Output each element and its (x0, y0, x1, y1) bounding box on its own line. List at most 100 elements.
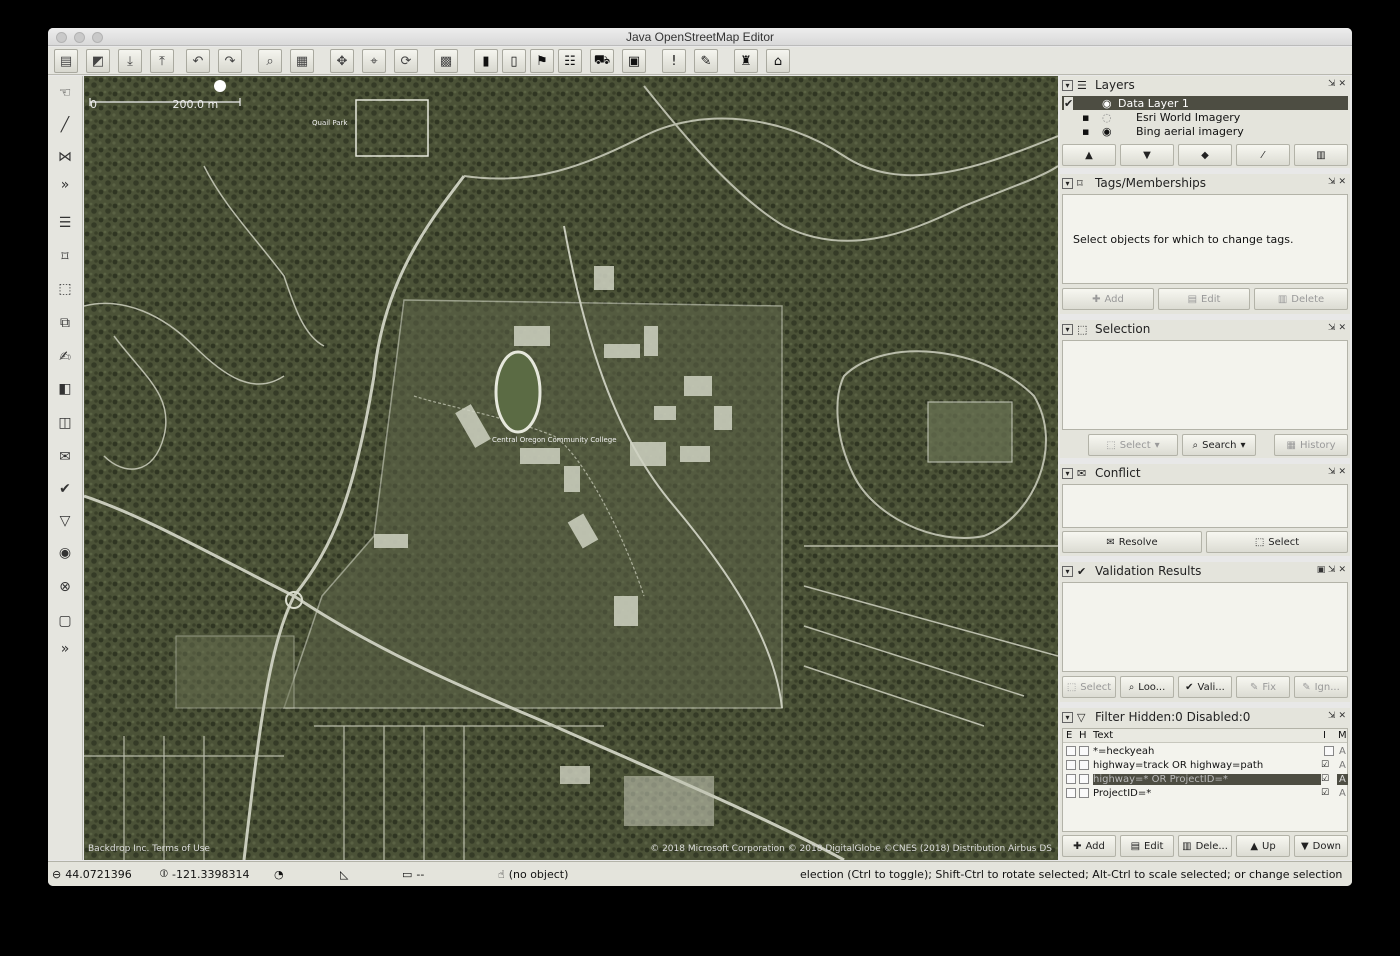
collapse-icon[interactable]: ▾ (1062, 565, 1073, 577)
move-down-button[interactable]: ▼ (1120, 144, 1174, 166)
activate-layer-button[interactable]: ◆ (1178, 144, 1232, 166)
up-filter-button[interactable]: ▲ Up (1236, 835, 1290, 857)
filter-mode[interactable]: A (1339, 746, 1346, 757)
tags-toggle-icon[interactable]: ⌑ (53, 246, 77, 268)
search-button[interactable]: ⌕ Search ▾ (1182, 434, 1256, 456)
save-icon[interactable]: ⤓ (118, 49, 142, 73)
enable-checkbox[interactable] (1066, 774, 1076, 784)
resolve-button[interactable]: ✉ Resolve (1062, 531, 1202, 553)
car-preset-icon[interactable]: ⛟ (590, 49, 614, 73)
collapse-icon[interactable]: ▾ (1062, 177, 1073, 189)
draw-mode-icon[interactable]: ╱ (53, 114, 77, 136)
visibility-icon[interactable]: ◉ (1102, 125, 1112, 138)
upload-icon[interactable]: ⤒ (150, 49, 174, 73)
castle-preset-icon[interactable]: ♜ (734, 49, 758, 73)
more-dialogs-icon[interactable]: » (53, 638, 77, 660)
close-window-icon[interactable] (56, 32, 67, 43)
delete-tag-button[interactable]: ▥ Delete (1254, 288, 1348, 310)
dock-close-icon[interactable]: ▣ ⇲ ✕ (1317, 565, 1346, 575)
traffic-light-icon[interactable]: ⚑ (530, 49, 554, 73)
enable-checkbox[interactable] (1066, 746, 1076, 756)
map-paint-icon[interactable]: ▩ (434, 49, 458, 73)
add-tag-button[interactable]: ✚ Add (1062, 288, 1154, 310)
filter-mode[interactable]: A (1339, 788, 1346, 799)
ignore-button[interactable]: ✎ Ign... (1294, 676, 1348, 698)
imagery-terms-link[interactable]: Backdrop Inc. Terms of Use (88, 844, 210, 854)
filter-row[interactable]: ProjectID=* ☑ A (1063, 786, 1347, 800)
open-file-icon[interactable]: ▤ (54, 49, 78, 73)
move-up-button[interactable]: ▲ (1062, 144, 1116, 166)
refresh-icon[interactable]: ⟳ (394, 49, 418, 73)
restaurant-preset-icon[interactable]: ✎ (694, 49, 718, 73)
invert-checkbox[interactable] (1324, 746, 1334, 756)
open-location-icon[interactable]: ◩ (86, 49, 110, 73)
map-view[interactable]: 0 200.0 m Quail Park Central Oregon Comm… (84, 76, 1058, 860)
filter-row[interactable]: highway=track OR highway=path ☑ A (1063, 758, 1347, 772)
column-header[interactable]: H (1079, 730, 1087, 741)
filter-toggle-icon[interactable]: ▽ (53, 510, 77, 532)
visibility-icon[interactable]: ◌ (1102, 111, 1112, 124)
filter-row-selected[interactable]: highway=* OR ProjectID=* ☑ A (1063, 772, 1348, 786)
enable-checkbox[interactable] (1066, 760, 1076, 770)
improve-way-icon[interactable]: ⋈ (53, 146, 77, 168)
column-header[interactable]: M (1338, 730, 1347, 741)
collapse-icon[interactable]: ▾ (1062, 711, 1073, 723)
dock-close-icon[interactable]: ⇲ ✕ (1328, 79, 1346, 89)
minimap-toggle-icon[interactable]: ▢ (53, 610, 77, 632)
invert-checkbox[interactable]: ☑ (1321, 788, 1329, 798)
railway-preset-icon[interactable]: ☷ (558, 49, 582, 73)
more-modes-icon[interactable]: » (53, 174, 77, 196)
conflict-list[interactable] (1062, 484, 1348, 528)
minimize-window-icon[interactable] (74, 32, 85, 43)
hide-checkbox[interactable] (1079, 788, 1089, 798)
edit-filter-button[interactable]: ▤ Edit (1120, 835, 1174, 857)
validation-select-button[interactable]: ⬚ Select (1062, 676, 1116, 698)
conflict-select-button[interactable]: ⬚ Select (1206, 531, 1348, 553)
relations-toggle-icon[interactable]: ⧉ (53, 312, 77, 334)
filter-mode[interactable]: A (1339, 760, 1346, 771)
road-preset-icon[interactable]: ▮ (474, 49, 498, 73)
add-filter-button[interactable]: ✚ Add (1062, 835, 1116, 857)
layer-row[interactable]: ▪ ◌ Esri World Imagery (1062, 110, 1348, 124)
simplify-icon[interactable]: ⌖ (362, 49, 386, 73)
invert-checkbox[interactable]: ☑ (1321, 774, 1329, 784)
bus-preset-icon[interactable]: ▣ (622, 49, 646, 73)
industrial-preset-icon[interactable]: ⌂ (766, 49, 790, 73)
lookup-button[interactable]: ⌕ Loo... (1120, 676, 1174, 698)
dock-close-icon[interactable]: ⇲ ✕ (1328, 711, 1346, 721)
warning-preset-icon[interactable]: ! (662, 49, 686, 73)
column-header[interactable]: I (1323, 730, 1326, 741)
fix-button[interactable]: ✎ Fix (1236, 676, 1290, 698)
select-mode-icon[interactable]: ☜ (53, 82, 77, 104)
zoom-window-icon[interactable] (92, 32, 103, 43)
select-button[interactable]: ⬚ Select ▾ (1088, 434, 1178, 456)
merge-layer-button[interactable]: ⁄ (1236, 144, 1290, 166)
hide-checkbox[interactable] (1079, 746, 1089, 756)
visibility-icon[interactable]: ◉ (1102, 97, 1112, 110)
collapse-icon[interactable]: ▾ (1062, 467, 1073, 479)
column-header[interactable]: Text (1093, 730, 1113, 741)
palette-toggle-icon[interactable]: ◉ (53, 542, 77, 564)
dock-close-icon[interactable]: ⇲ ✕ (1328, 177, 1346, 187)
dock-close-icon[interactable]: ⇲ ✕ (1328, 467, 1346, 477)
down-filter-button[interactable]: ▼ Down (1294, 835, 1348, 857)
delete-layer-button[interactable]: ▥ (1294, 144, 1348, 166)
notes-toggle-icon[interactable]: ⊗ (53, 576, 77, 598)
column-header[interactable]: E (1066, 730, 1072, 741)
validation-list[interactable] (1062, 582, 1348, 672)
undo-icon[interactable]: ↶ (186, 49, 210, 73)
author-toggle-icon[interactable]: ◫ (53, 412, 77, 434)
validation-toggle-icon[interactable]: ✔ (53, 478, 77, 500)
collapse-icon[interactable]: ▾ (1062, 79, 1073, 91)
hide-checkbox[interactable] (1079, 760, 1089, 770)
wireframe-icon[interactable]: ✥ (330, 49, 354, 73)
dock-close-icon[interactable]: ⇲ ✕ (1328, 323, 1346, 333)
invert-checkbox[interactable]: ☑ (1321, 760, 1329, 770)
collapse-icon[interactable]: ▾ (1062, 323, 1073, 335)
hide-checkbox[interactable] (1079, 774, 1089, 784)
changeset-icon[interactable]: ▦ (290, 49, 314, 73)
validate-button[interactable]: ✔ Vali... (1178, 676, 1232, 698)
preferences-icon[interactable]: ⌕ (258, 49, 282, 73)
layer-row[interactable]: ✔ ◉ Data Layer 1 (1062, 96, 1348, 110)
conflict-toggle-icon[interactable]: ✉ (53, 446, 77, 468)
